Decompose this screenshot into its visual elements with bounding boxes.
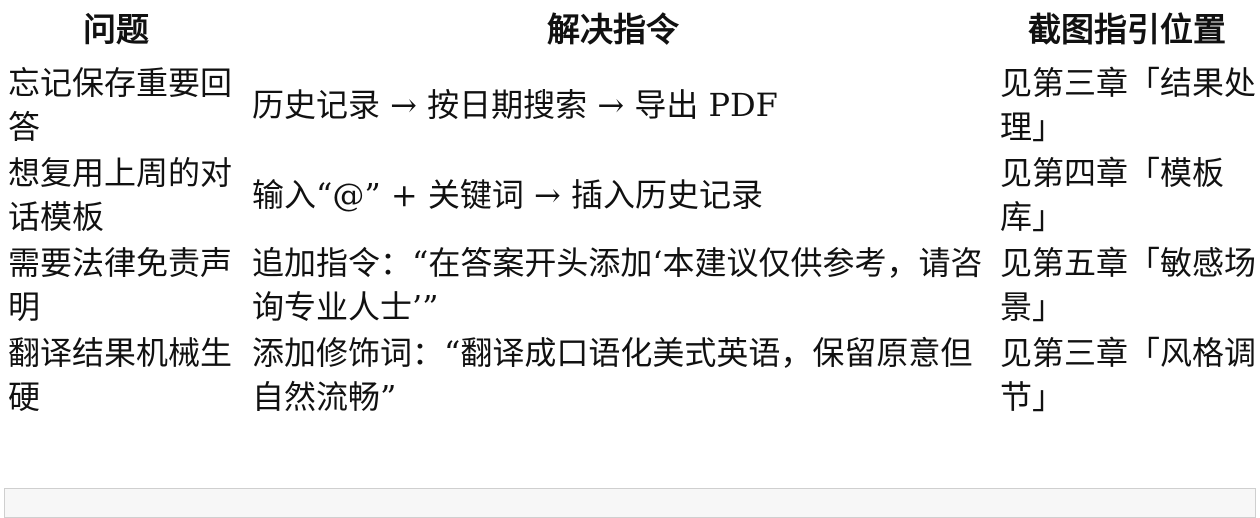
table-body: 忘记保存重要回答 历史记录 → 按日期搜索 → 导出 PDF 见第三章「结果处理… (0, 60, 1260, 420)
bottom-bar (4, 488, 1256, 518)
table-row: 翻译结果机械生硬 添加修饰词：“翻译成口语化美式英语，保留原意但自然流畅” 见第… (0, 330, 1260, 420)
header-reference: 截图指引位置 (1028, 10, 1226, 49)
table-row: 忘记保存重要回答 历史记录 → 按日期搜索 → 导出 PDF 见第三章「结果处理… (0, 60, 1260, 150)
issue-cell: 需要法律免责声明 (8, 244, 232, 326)
header-row: 问题 解决指令 截图指引位置 (0, 0, 1260, 60)
command-cell: 追加指令：“在答案开头添加‘本建议仅供参考，请咨询专业人士’” (252, 244, 983, 326)
table-row: 需要法律免责声明 追加指令：“在答案开头添加‘本建议仅供参考，请咨询专业人士’”… (0, 240, 1260, 330)
troubleshooting-table: 问题 解决指令 截图指引位置 忘记保存重要回答 历史记录 → 按日期搜索 → 导… (0, 0, 1260, 420)
header-issue: 问题 (83, 10, 149, 49)
issue-cell: 翻译结果机械生硬 (8, 334, 232, 416)
command-cell: 添加修饰词：“翻译成口语化美式英语，保留原意但自然流畅” (252, 334, 973, 416)
command-cell: 历史记录 → 按日期搜索 → 导出 PDF (252, 86, 778, 124)
header-command: 解决指令 (547, 10, 679, 49)
reference-cell: 见第三章「风格调节」 (1000, 334, 1257, 416)
command-cell: 输入“@” + 关键词 → 插入历史记录 (252, 176, 764, 214)
reference-cell: 见第五章「敏感场景」 (1000, 244, 1257, 326)
reference-cell: 见第三章「结果处理」 (1000, 64, 1257, 146)
issue-cell: 忘记保存重要回答 (8, 64, 232, 146)
issue-cell: 想复用上周的对话模板 (8, 154, 232, 236)
table-row: 想复用上周的对话模板 输入“@” + 关键词 → 插入历史记录 见第四章「模板库… (0, 150, 1260, 240)
reference-cell: 见第四章「模板库」 (1000, 154, 1225, 236)
table-header: 问题 解决指令 截图指引位置 (0, 0, 1260, 60)
